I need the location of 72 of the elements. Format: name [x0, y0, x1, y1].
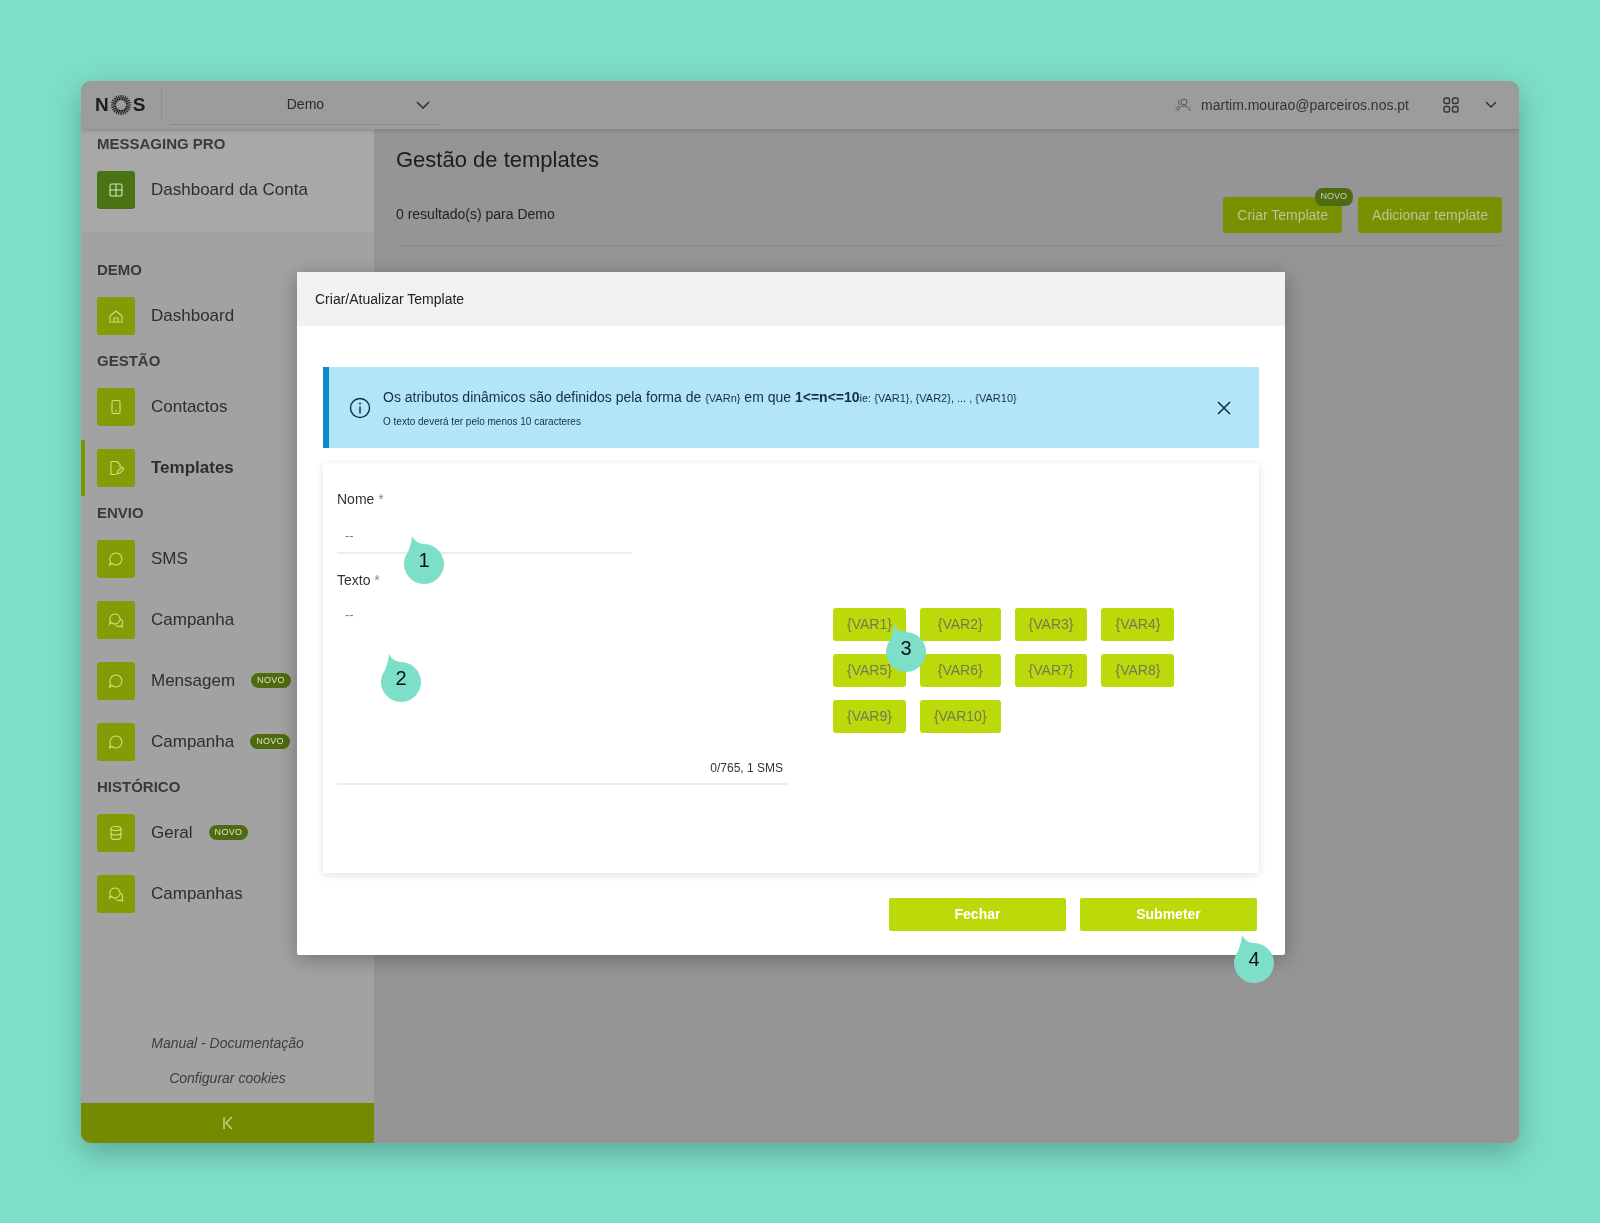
sidebar-link[interactable]: Configurar cookies: [169, 1068, 286, 1089]
variable-button[interactable]: {VAR10}: [919, 700, 1001, 733]
field-label: Texto *: [337, 571, 381, 590]
sunburst-icon: [109, 94, 132, 116]
sidebar-item[interactable]: SMS: [97, 538, 188, 579]
sidebar-heading: HISTÓRICO: [97, 777, 181, 797]
item-label: SMS: [151, 547, 188, 570]
action-button[interactable]: Adicionar template: [1358, 197, 1502, 234]
variable-button[interactable]: {VAR7}: [1014, 654, 1088, 687]
new-badge: NOVO: [250, 733, 290, 750]
account-select[interactable]: Demo: [170, 85, 441, 125]
step-marker-tooltip: 4: [1234, 935, 1274, 983]
info-icon: [349, 396, 371, 419]
variable-button[interactable]: {VAR4}: [1101, 608, 1175, 641]
sidebar-heading: MESSAGING PRO: [97, 134, 226, 154]
chat-bubble-icon: [108, 733, 124, 750]
item-label: Templates: [151, 456, 234, 479]
chat-bubbles-icon: [108, 885, 124, 902]
variable-button[interactable]: {VAR2}: [919, 608, 1001, 641]
page-title: Gestão de templates: [396, 147, 600, 174]
user-email: martim.mourao@parceiros.nos.pt: [1201, 95, 1409, 115]
sidebar-item[interactable]: Dashboard: [97, 295, 235, 336]
sidebar-heading: DEMO: [97, 260, 142, 280]
item-label: Dashboard da Conta: [151, 178, 308, 201]
apps-grid-icon[interactable]: [1443, 97, 1459, 113]
field-label: Nome *: [337, 490, 385, 509]
new-badge: NOVO: [1314, 188, 1354, 206]
variable-button[interactable]: {VAR8}: [1101, 654, 1175, 687]
variable-button[interactable]: {VAR5}: [833, 654, 906, 687]
results-count: 0 resultado(s) para Demo: [396, 205, 555, 225]
chat-bubbles-icon: [108, 611, 124, 628]
variable-button[interactable]: {VAR6}: [919, 654, 1001, 687]
step-marker-tooltip: 2: [381, 654, 421, 702]
chat-bubble-icon: [108, 550, 124, 567]
sidebar-heading: GESTÃO: [97, 351, 161, 371]
item-label: Geral: [151, 821, 193, 844]
users-icon: [1175, 98, 1192, 112]
new-badge: NOVO: [208, 824, 249, 841]
logo: N S: [95, 88, 163, 122]
phone-icon: [108, 398, 124, 415]
item-label: Campanhas: [151, 882, 243, 905]
sidebar-item[interactable]: Campanhas: [97, 873, 243, 914]
item-label: Campanha: [151, 730, 235, 753]
database-icon: [108, 824, 124, 841]
alert-note: O texto deverá ter pelo menos 10 caracteres: [383, 414, 582, 429]
sidebar-link[interactable]: Manual - Documentação: [151, 1033, 304, 1054]
sidebar-item[interactable]: Campanha NOVO: [97, 721, 290, 762]
sidebar-item[interactable]: Dashboard da Conta: [97, 169, 308, 210]
modal-title: Criar/Atualizar Template: [315, 289, 465, 309]
submit-button[interactable]: Submeter: [1080, 898, 1257, 931]
sidebar-item[interactable]: Campanha: [97, 599, 235, 640]
alert-message: Os atributos dinâmicos são definidos pela forma de {VARn} em que 1<=n<=10ie: {VAR1}, {VAR2}, ... , {VAR10}: [383, 387, 1017, 407]
item-label: Campanha: [151, 608, 235, 631]
item-label: Mensagem: [151, 669, 236, 692]
variable-button[interactable]: {VAR3}: [1014, 608, 1088, 641]
sidebar-item[interactable]: Mensagem NOVO: [97, 660, 291, 701]
chevron-down-icon[interactable]: [1485, 101, 1497, 109]
close-icon[interactable]: [1217, 401, 1231, 416]
item-label: Contactos: [151, 395, 228, 418]
chevron-down-icon: [416, 99, 431, 110]
step-marker-tooltip: 1: [404, 536, 444, 584]
grid-icon: [108, 181, 124, 198]
chat-bubble-icon: [108, 672, 124, 689]
sidebar-item[interactable]: Geral NOVO: [97, 812, 249, 853]
variable-button[interactable]: {VAR9}: [833, 700, 906, 733]
edit-icon: [108, 459, 124, 476]
item-label: Dashboard: [151, 304, 235, 327]
sidebar-heading: ENVIO: [97, 503, 144, 523]
close-button[interactable]: Fechar: [889, 898, 1066, 931]
sidebar-item[interactable]: Contactos: [97, 386, 228, 427]
character-counter: 0/765, 1 SMS: [709, 760, 784, 777]
new-badge: NOVO: [251, 672, 291, 689]
